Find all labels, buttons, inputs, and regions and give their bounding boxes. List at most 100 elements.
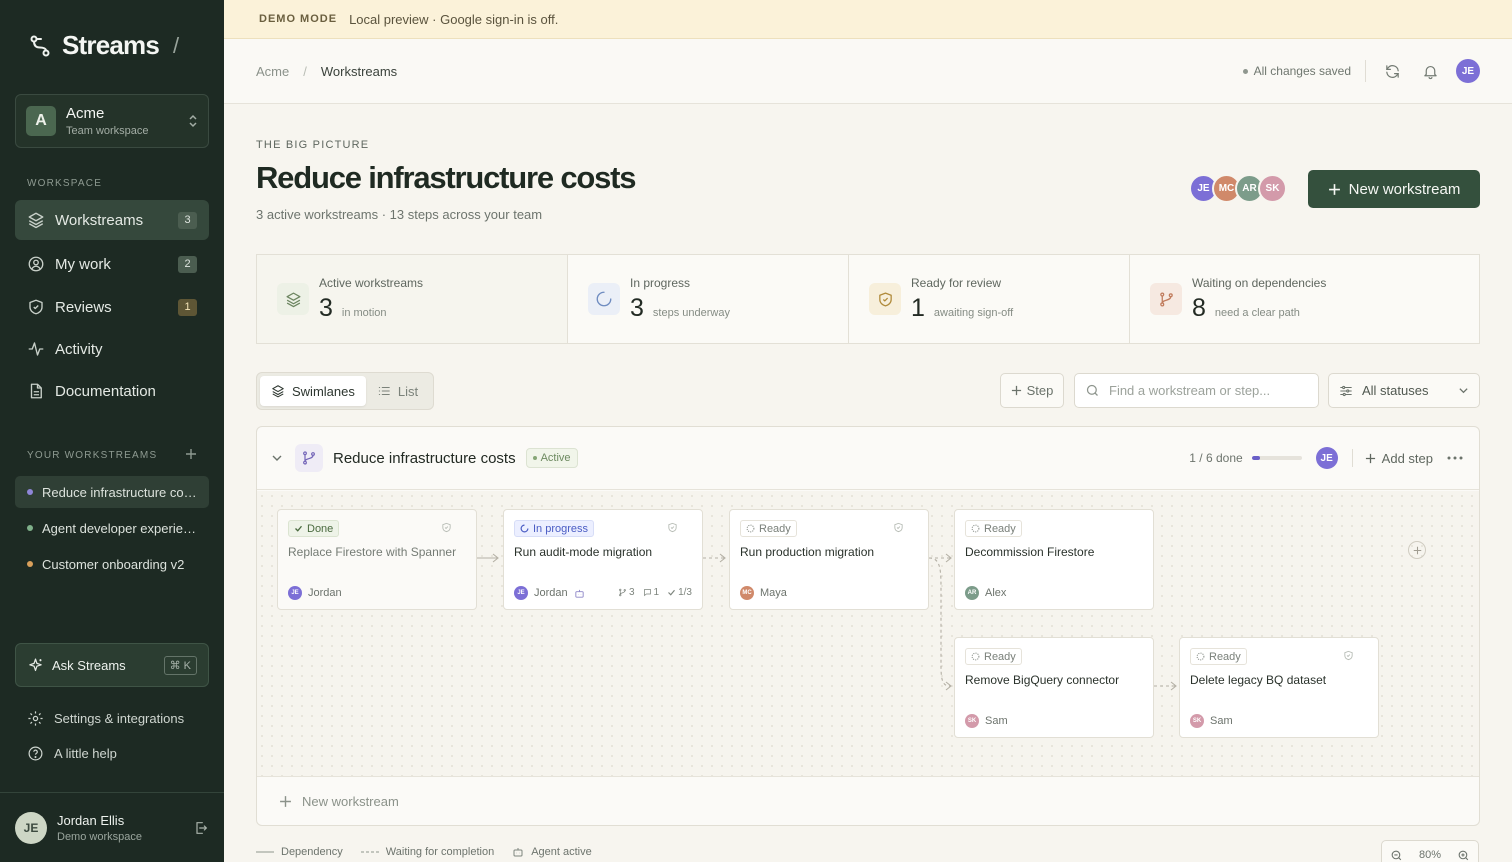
demo-text: Local preview · Google sign-in is off.	[349, 11, 559, 27]
stat-active-workstreams: Active workstreams 3 in motion	[257, 255, 567, 343]
shield-icon	[869, 283, 901, 315]
step-title: Run production migration	[740, 545, 875, 559]
legend-item-agent-active: Agent active	[512, 846, 592, 858]
user-profile[interactable]: JE Jordan Ellis Demo workspace	[0, 792, 224, 862]
top-bar: Acme / Workstreams All changes saved JE	[224, 39, 1512, 104]
plus-icon	[1413, 546, 1421, 554]
workstream-color-dot	[27, 561, 33, 567]
stat-value: 3	[319, 293, 333, 322]
sparkle-icon	[27, 657, 44, 674]
step-card[interactable]: In progress Run audit-mode migration JE …	[503, 509, 703, 610]
sidebar: Streams / A Acme Team workspace WORKSPAC…	[0, 0, 224, 862]
step-card[interactable]: Ready Delete legacy BQ dataset SK Sam	[1179, 637, 1379, 738]
legend: Dependency Waiting for completion Agent …	[256, 846, 610, 858]
nav-count: 1	[178, 298, 197, 316]
assignee-name: Sam	[985, 715, 1008, 727]
assignee-name: Maya	[760, 587, 787, 599]
nav-count: 2	[178, 255, 197, 273]
stat-label: Ready for review	[911, 275, 1002, 290]
step-card[interactable]: Done Replace Firestore with Spanner JE J…	[277, 509, 477, 610]
avatar: JE	[288, 586, 302, 600]
shield-icon	[667, 522, 678, 533]
chevron-down-icon[interactable]	[271, 452, 283, 464]
nav-item-reviews[interactable]: Reviews 1	[15, 287, 209, 327]
assignee: MC Maya	[740, 586, 787, 600]
avatar: SK	[1258, 174, 1287, 203]
ask-streams-button[interactable]: Ask Streams ⌘ K	[15, 643, 209, 687]
swimlane-title[interactable]: Reduce infrastructure costs	[333, 450, 516, 467]
refresh-icon[interactable]	[1380, 59, 1404, 83]
assignee-name: Alex	[985, 587, 1007, 599]
assignee-name: Sam	[1210, 715, 1233, 727]
add-step-link[interactable]: Add step	[1365, 451, 1433, 466]
breadcrumb-acme[interactable]: Acme	[256, 64, 289, 79]
bell-icon[interactable]	[1418, 59, 1442, 83]
stat-value: 1	[911, 293, 925, 322]
step-title: Delete legacy BQ dataset	[1190, 673, 1327, 687]
search-input[interactable]	[1109, 383, 1299, 398]
team-avatars[interactable]: JE MC AR SK	[1189, 174, 1287, 203]
search-box	[1074, 373, 1319, 408]
list-icon	[377, 384, 391, 398]
nav-item-my-work[interactable]: My work 2	[15, 244, 209, 284]
save-status-text: All changes saved	[1253, 64, 1351, 78]
ready-circle-icon	[971, 524, 980, 533]
demo-tag: DEMO MODE	[259, 13, 338, 25]
tab-swimlanes[interactable]: Swimlanes	[260, 376, 366, 406]
assignee: JE Jordan	[288, 586, 342, 600]
step-card[interactable]: Ready Remove BigQuery connector SK Sam	[954, 637, 1154, 738]
workstream-link[interactable]: Customer onboarding v2	[15, 548, 209, 580]
user-avatar-button[interactable]: JE	[1456, 59, 1480, 83]
status-label: Ready	[1209, 650, 1241, 663]
help-circle-icon	[27, 745, 44, 762]
workspace-name: Acme	[66, 105, 105, 122]
help-link[interactable]: A little help	[27, 745, 117, 762]
plus-icon	[1011, 385, 1022, 396]
add-step-label: Add step	[1381, 450, 1433, 466]
new-workstream-row[interactable]: New workstream	[257, 776, 1479, 825]
stat-in-progress: In progress 3 steps underway	[567, 255, 848, 343]
shield-icon	[441, 522, 452, 533]
zoom-out-icon[interactable]	[1390, 849, 1403, 862]
status-badge: Ready	[965, 520, 1022, 537]
nav-item-workstreams[interactable]: Workstreams 3	[15, 200, 209, 240]
owner-avatar[interactable]: JE	[1315, 447, 1338, 469]
swimlane-header: Reduce infrastructure costs Active 1 / 6…	[257, 427, 1479, 490]
workstream-link-label: Reduce infrastructure costs	[42, 484, 197, 500]
status-filter[interactable]: All statuses	[1328, 373, 1480, 408]
nav-item-documentation[interactable]: Documentation	[15, 371, 209, 411]
add-step-button[interactable]: Step	[1000, 373, 1064, 408]
more-options-icon[interactable]	[1447, 456, 1463, 460]
page-eyebrow: THE BIG PICTURE	[256, 139, 370, 151]
sliders-icon	[1339, 384, 1353, 398]
page-title: Reduce infrastructure costs	[256, 160, 637, 195]
add-workstream-icon[interactable]	[185, 448, 197, 460]
step-card[interactable]: Ready Decommission Firestore AR Alex	[954, 509, 1154, 610]
new-workstream-row-label: New workstream	[302, 794, 399, 809]
tab-list[interactable]: List	[366, 376, 429, 406]
workstream-link[interactable]: Reduce infrastructure costs	[15, 476, 209, 508]
new-workstream-button[interactable]: New workstream	[1308, 170, 1480, 208]
zoom-in-icon[interactable]	[1457, 849, 1470, 862]
git-branch-icon	[295, 444, 323, 472]
plus-icon	[279, 795, 292, 808]
assignee: JE Jordan	[514, 586, 585, 600]
settings-link[interactable]: Settings & integrations	[27, 710, 184, 727]
brand[interactable]: Streams /	[28, 30, 179, 61]
ready-circle-icon	[971, 652, 980, 661]
status-label: Done	[307, 522, 334, 535]
workspace-switcher[interactable]: A Acme Team workspace	[15, 94, 209, 148]
checklist-count: 1/3	[667, 587, 692, 598]
avatar: AR	[965, 586, 979, 600]
logout-icon[interactable]	[193, 820, 209, 836]
add-step-node-button[interactable]	[1408, 541, 1426, 559]
step-card[interactable]: Ready Run production migration MC Maya	[729, 509, 929, 610]
stat-label: Waiting on dependencies	[1192, 275, 1327, 290]
legend-item-dependency: Dependency	[256, 846, 343, 858]
gear-icon	[27, 710, 44, 727]
stat-value: 8	[1192, 293, 1206, 322]
workstream-link[interactable]: Agent developer experience	[15, 512, 209, 544]
nav-item-activity[interactable]: Activity	[15, 329, 209, 369]
git-branch-icon	[1150, 283, 1182, 315]
assignee: AR Alex	[965, 586, 1006, 600]
